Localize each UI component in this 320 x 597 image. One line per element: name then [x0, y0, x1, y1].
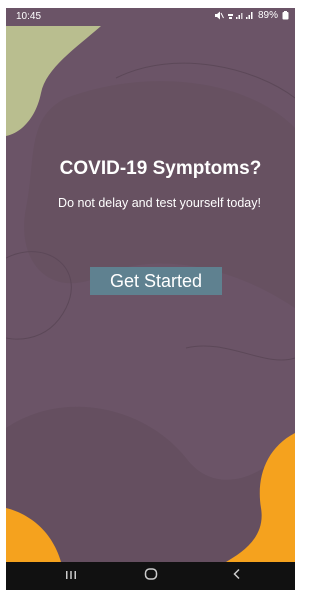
- back-button[interactable]: [217, 562, 257, 590]
- battery-icon: [282, 11, 289, 20]
- page-subtitle: Do not delay and test yourself today!: [58, 196, 261, 210]
- mute-icon: [214, 11, 224, 20]
- home-icon: [144, 567, 158, 585]
- battery-percentage: 89%: [257, 10, 278, 21]
- status-bar: 10:45 89%: [6, 8, 295, 26]
- back-icon: [232, 567, 242, 585]
- app-screen: 10:45 89% COVID-19 Symptoms? Do not dela…: [6, 8, 295, 590]
- main-content: COVID-19 Symptoms? Do not delay and test…: [6, 8, 295, 590]
- recent-apps-button[interactable]: [51, 562, 91, 590]
- navigation-bar: [6, 562, 295, 590]
- status-icons: 89%: [214, 10, 289, 21]
- page-title: COVID-19 Symptoms?: [59, 158, 262, 179]
- status-time: 10:45: [16, 11, 42, 22]
- signal-icon: [227, 11, 254, 20]
- home-button[interactable]: [131, 562, 171, 590]
- get-started-button[interactable]: Get Started: [90, 267, 222, 295]
- recent-apps-icon: [65, 567, 77, 585]
